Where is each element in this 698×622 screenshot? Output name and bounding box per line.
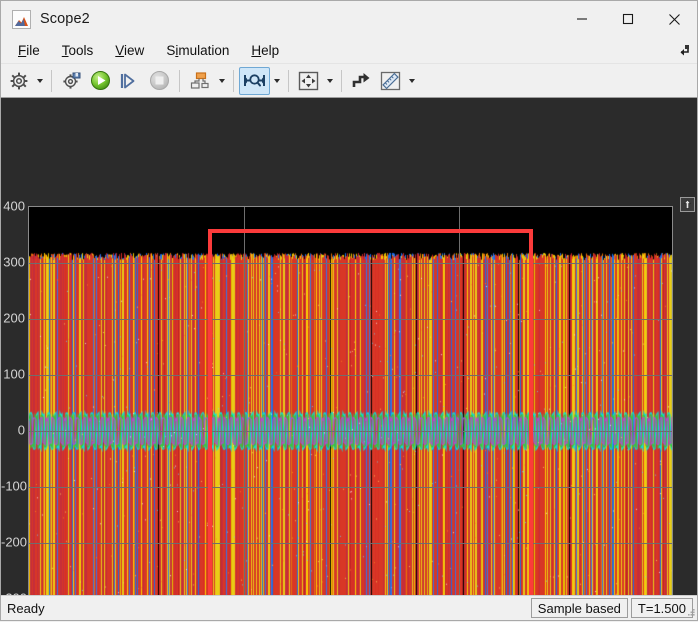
fit-to-view-button[interactable] [294,67,323,95]
grid-line-h [29,375,672,376]
toolbar-separator-4 [288,69,289,92]
menu-tools-label: ools [68,42,94,58]
y-tick-label: 0 [17,422,25,438]
window-controls [559,1,697,37]
status-bar: Ready Sample based T=1.500 [1,595,697,620]
plot-axes[interactable] [28,206,673,595]
menu-simulation-label: mulation [178,42,230,58]
step-forward-button[interactable] [115,67,145,95]
y-axis-labels: 4003002001000-100-200-300-400 [1,98,28,596]
close-button[interactable] [651,1,697,37]
y-tick-label: -200 [1,534,28,550]
menu-help[interactable]: Help [242,40,288,61]
configuration-caret[interactable] [33,67,46,95]
grid-line-v [244,207,245,595]
zoom-in-x-button[interactable] [239,66,270,95]
scope-display[interactable]: 4003002001000-100-200-300-400 00.511.5 [1,98,697,595]
menu-simulation[interactable]: Simulation [157,40,238,61]
print-button[interactable] [57,67,86,95]
toolbar-separator-2 [179,69,180,92]
signal-canvas [29,207,672,595]
y-tick-label: 400 [3,198,25,214]
toolbar [1,64,697,98]
grid-line-h [29,487,672,488]
signal-selector-button[interactable] [347,67,376,95]
menu-view-label: iew [124,42,145,58]
menu-file-label: ile [26,42,40,58]
toolbar-separator-3 [233,69,234,92]
minimize-button[interactable] [559,1,605,37]
configuration-properties-button[interactable] [5,67,33,95]
grid-line-h [29,263,672,264]
menu-bar: File Tools View Simulation Help [1,37,697,64]
window-title: Scope2 [40,11,90,27]
status-right-group: Sample based T=1.500 [528,598,693,618]
resize-grip[interactable] [684,607,696,619]
toolbar-separator-1 [51,69,52,92]
plot-wrapper: 4003002001000-100-200-300-400 00.511.5 [1,98,697,595]
menu-help-label: elp [261,42,280,58]
grid-line-h [29,431,672,432]
grid-line-h [29,319,672,320]
menu-view[interactable]: View [106,40,153,61]
y-tick-label: 200 [3,310,25,326]
fit-to-view-caret[interactable] [323,67,336,95]
status-text: Ready [7,600,45,616]
grid-line-v [459,207,460,595]
maximize-button[interactable] [605,1,651,37]
layout-button[interactable] [185,67,215,95]
zoom-in-x-caret[interactable] [270,67,283,95]
sample-mode-cell: Sample based [530,598,628,618]
matlab-scope-icon [12,9,31,29]
layout-caret[interactable] [215,67,228,95]
measurements-button[interactable] [376,67,405,95]
menu-file[interactable]: File [9,40,49,61]
toolbar-separator-5 [341,69,342,92]
undock-arrow-icon[interactable] [675,43,691,57]
run-button[interactable] [86,67,115,95]
y-tick-label: -100 [1,478,28,494]
y-tick-label: 300 [3,254,25,270]
grid-line-h [29,543,672,544]
stop-button[interactable] [145,67,174,95]
maximize-axes-button[interactable] [680,197,695,212]
menu-tools[interactable]: Tools [53,40,103,61]
measurements-caret[interactable] [405,67,418,95]
scope-window: Scope2 File Tools View Simulation Help 4… [0,0,698,621]
title-bar: Scope2 [1,1,697,37]
y-tick-label: 100 [3,366,25,382]
